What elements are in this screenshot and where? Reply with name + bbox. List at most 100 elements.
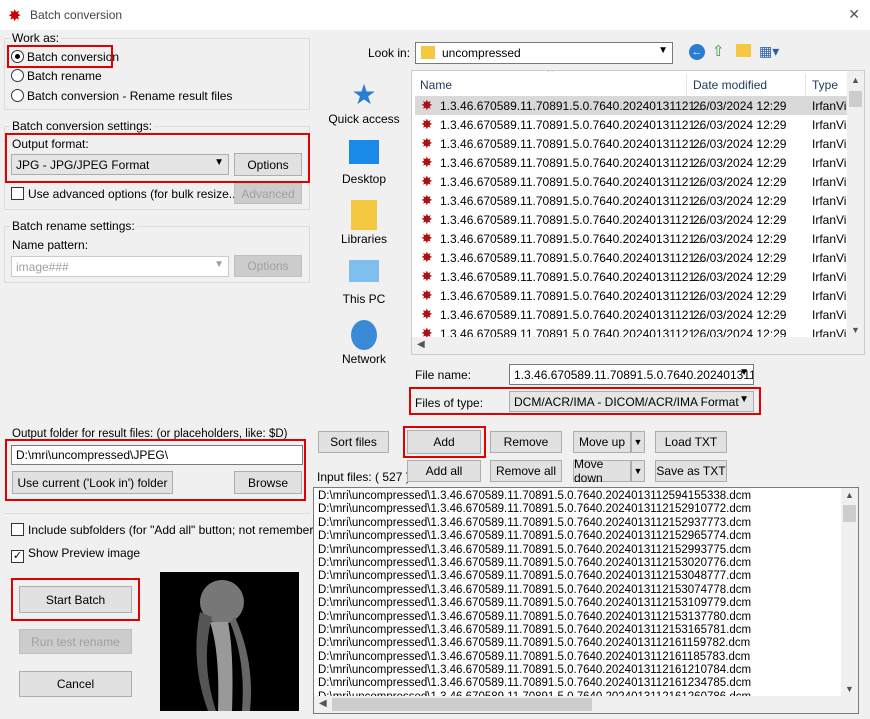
column-name[interactable]: Name — [420, 78, 452, 92]
input-file-item[interactable]: D:\mri\uncompressed\1.3.46.670589.11.708… — [314, 664, 858, 677]
add-all-button[interactable]: Add all — [407, 460, 481, 482]
file-date: 26/03/2024 12:29 — [693, 212, 787, 227]
mri-spine-preview — [196, 580, 251, 711]
dicom-file-icon: ✸ — [421, 97, 433, 113]
input-file-item[interactable]: D:\mri\uncompressed\1.3.46.670589.11.708… — [314, 637, 858, 650]
back-icon[interactable]: ← — [689, 44, 705, 60]
move-down-dropdown[interactable]: ▼ — [631, 460, 645, 482]
file-row[interactable]: ✸ 1.3.46.670589.11.70891.5.0.7640.2024013… — [415, 210, 847, 229]
input-file-item[interactable]: D:\mri\uncompressed\1.3.46.670589.11.708… — [314, 677, 858, 690]
show-preview-checkbox[interactable]: ✓ Show Preview image — [11, 546, 140, 563]
file-row[interactable]: ✸ 1.3.46.670589.11.70891.5.0.7640.2024013… — [415, 286, 847, 305]
radio-batch-rename[interactable]: Batch rename — [11, 69, 102, 83]
advanced-options-checkbox[interactable]: Use advanced options (for bulk resize...… — [11, 187, 243, 201]
sort-files-button[interactable]: Sort files — [318, 431, 389, 453]
name-pattern-select[interactable]: image### ▼ — [11, 256, 229, 277]
file-type: IrfanVi — [812, 269, 847, 284]
up-folder-icon[interactable]: ⇧ — [712, 42, 725, 60]
folder-icon — [421, 46, 435, 59]
file-name-input[interactable]: 1.3.46.670589.11.70891.5.0.7640.20240131… — [509, 364, 754, 385]
load-txt-button[interactable]: Load TXT — [655, 431, 727, 453]
input-files-hscrollbar[interactable]: ◀ — [314, 696, 858, 713]
file-list-hscrollbar[interactable]: ◀ — [412, 337, 864, 354]
column-type[interactable]: Type — [805, 74, 838, 96]
file-name: 1.3.46.670589.11.70891.5.0.7640.20240131… — [440, 174, 706, 189]
view-menu-icon[interactable]: ▦▾ — [759, 43, 779, 60]
file-type: IrfanVi — [812, 174, 847, 189]
look-in-select[interactable]: uncompressed ▼ — [415, 42, 673, 64]
rename-options-button[interactable]: Options — [234, 255, 302, 277]
file-list-header: Name Date modified Type — [412, 74, 864, 96]
file-type: IrfanVi — [812, 288, 847, 303]
file-list-vscrollbar[interactable]: ▲ ▼ — [847, 71, 864, 339]
file-date: 26/03/2024 12:29 — [693, 136, 787, 151]
input-file-item[interactable]: D:\mri\uncompressed\1.3.46.670589.11.708… — [314, 584, 858, 597]
dicom-file-icon: ✸ — [421, 192, 433, 208]
input-files-vscrollbar[interactable]: ▲ ▼ — [841, 488, 858, 696]
move-down-button[interactable]: Move down — [573, 457, 631, 485]
chevron-down-icon: ▼ — [658, 45, 668, 56]
cancel-button[interactable]: Cancel — [19, 671, 132, 697]
input-file-item[interactable]: D:\mri\uncompressed\1.3.46.670589.11.708… — [314, 530, 858, 543]
work-as-label: Work as: — [10, 31, 62, 45]
input-file-item[interactable]: D:\mri\uncompressed\1.3.46.670589.11.708… — [314, 597, 858, 610]
remove-all-button[interactable]: Remove all — [490, 460, 562, 482]
input-file-item[interactable]: D:\mri\uncompressed\1.3.46.670589.11.708… — [314, 624, 858, 637]
dicom-file-icon: ✸ — [421, 249, 433, 265]
file-type: IrfanVi — [812, 231, 847, 246]
input-file-item[interactable]: D:\mri\uncompressed\1.3.46.670589.11.708… — [314, 490, 858, 503]
file-name: 1.3.46.670589.11.70891.5.0.7640.20240131… — [440, 98, 706, 113]
file-date: 26/03/2024 12:29 — [693, 231, 787, 246]
chevron-down-icon: ▼ — [214, 259, 224, 270]
input-file-item[interactable]: D:\mri\uncompressed\1.3.46.670589.11.708… — [314, 651, 858, 664]
file-row[interactable]: ✸ 1.3.46.670589.11.70891.5.0.7640.2024013… — [415, 96, 847, 115]
file-type: IrfanVi — [812, 193, 847, 208]
file-list[interactable]: ^ Name Date modified Type ✸ 1.3.46.670589… — [411, 70, 865, 355]
dicom-file-icon: ✸ — [421, 230, 433, 246]
file-name: 1.3.46.670589.11.70891.5.0.7640.20240131… — [440, 155, 706, 170]
file-name: 1.3.46.670589.11.70891.5.0.7640.20240131… — [440, 136, 706, 151]
file-type: IrfanVi — [812, 307, 847, 322]
file-row[interactable]: ✸ 1.3.46.670589.11.70891.5.0.7640.2024013… — [415, 305, 847, 324]
place-desktop[interactable]: Desktop — [322, 140, 406, 186]
file-date: 26/03/2024 12:29 — [693, 98, 787, 113]
place-this-pc[interactable]: This PC — [322, 260, 406, 306]
file-type: IrfanVi — [812, 98, 847, 113]
place-network[interactable]: Network — [322, 320, 406, 366]
input-file-item[interactable]: D:\mri\uncompressed\1.3.46.670589.11.708… — [314, 544, 858, 557]
file-row[interactable]: ✸ 1.3.46.670589.11.70891.5.0.7640.2024013… — [415, 115, 847, 134]
file-row[interactable]: ✸ 1.3.46.670589.11.70891.5.0.7640.2024013… — [415, 191, 847, 210]
input-file-item[interactable]: D:\mri\uncompressed\1.3.46.670589.11.708… — [314, 517, 858, 530]
radio-conversion-rename[interactable]: Batch conversion - Rename result files — [11, 89, 232, 103]
remove-button[interactable]: Remove — [490, 431, 562, 453]
input-file-item[interactable]: D:\mri\uncompressed\1.3.46.670589.11.708… — [314, 611, 858, 624]
include-subfolders-checkbox[interactable]: Include subfolders (for "Add all" button… — [11, 523, 331, 537]
file-row[interactable]: ✸ 1.3.46.670589.11.70891.5.0.7640.2024013… — [415, 153, 847, 172]
file-type: IrfanVi — [812, 212, 847, 227]
rename-settings-label: Batch rename settings: — [10, 219, 137, 233]
name-pattern-label: Name pattern: — [12, 238, 89, 252]
input-file-item[interactable]: D:\mri\uncompressed\1.3.46.670589.11.708… — [314, 570, 858, 583]
input-file-item[interactable]: D:\mri\uncompressed\1.3.46.670589.11.708… — [314, 557, 858, 570]
place-libraries[interactable]: Libraries — [322, 200, 406, 246]
run-test-rename-button[interactable]: Run test rename — [19, 629, 132, 654]
file-row[interactable]: ✸ 1.3.46.670589.11.70891.5.0.7640.2024013… — [415, 229, 847, 248]
close-button[interactable]: ✕ — [848, 6, 860, 23]
column-date-modified[interactable]: Date modified — [686, 74, 767, 96]
file-date: 26/03/2024 12:29 — [693, 117, 787, 132]
move-up-dropdown[interactable]: ▼ — [631, 431, 645, 453]
save-as-txt-button[interactable]: Save as TXT — [655, 460, 727, 482]
irfanview-logo-icon: ✸ — [8, 8, 22, 25]
file-row[interactable]: ✸ 1.3.46.670589.11.70891.5.0.7640.2024013… — [415, 134, 847, 153]
conversion-settings-label: Batch conversion settings: — [10, 119, 155, 133]
dicom-file-icon: ✸ — [421, 211, 433, 227]
place-quick-access[interactable]: ★ Quick access — [322, 80, 406, 127]
file-row[interactable]: ✸ 1.3.46.670589.11.70891.5.0.7640.2024013… — [415, 172, 847, 191]
move-up-button[interactable]: Move up — [573, 431, 631, 453]
file-row[interactable]: ✸ 1.3.46.670589.11.70891.5.0.7640.2024013… — [415, 248, 847, 267]
input-file-item[interactable]: D:\mri\uncompressed\1.3.46.670589.11.708… — [314, 503, 858, 516]
advanced-button[interactable]: Advanced — [234, 183, 302, 204]
file-row[interactable]: ✸ 1.3.46.670589.11.70891.5.0.7640.2024013… — [415, 267, 847, 286]
new-folder-icon[interactable] — [736, 44, 751, 57]
input-files-list[interactable]: D:\mri\uncompressed\1.3.46.670589.11.708… — [313, 487, 859, 714]
